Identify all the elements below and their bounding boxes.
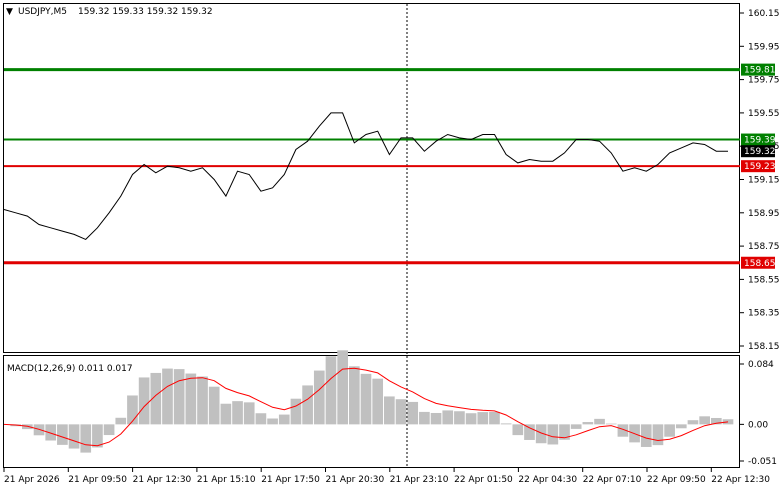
price-chart[interactable]: ▼ USDJPY,M5 159.32 159.33 159.32 159.32 … [0, 0, 781, 489]
macd-bar [477, 412, 489, 425]
price-tick-label: 160.15 [748, 9, 780, 19]
macd-bar [337, 350, 348, 425]
macd-bar [454, 411, 465, 425]
macd-bar [395, 399, 407, 425]
macd-bar [278, 414, 290, 425]
level-labels: 159.81 159.39 159.23 158.65 159.32 [741, 63, 776, 269]
macd-bar [664, 424, 675, 437]
macd-bar [652, 424, 664, 446]
macd-bar [699, 416, 710, 425]
time-tick-label: 21 Apr 09:50 [68, 475, 127, 485]
macd-bar [185, 373, 197, 425]
time-tick-label: 22 Apr 01:50 [454, 475, 513, 485]
macd-bar [290, 398, 302, 425]
symbol-timeframe: USDJPY,M5 [18, 7, 67, 17]
macd-bar [162, 368, 173, 425]
macd-bar [524, 424, 535, 440]
price-tick-label: 158.15 [748, 342, 780, 352]
macd-bar [547, 424, 559, 445]
chart-menu-icon[interactable]: ▼ [6, 7, 13, 17]
price-tick-label: 158.75 [748, 242, 780, 252]
macd-bar [582, 422, 594, 425]
macd-bar [430, 412, 442, 425]
price-tick-label: 159.75 [748, 76, 780, 86]
macd-bar [675, 424, 687, 429]
macd-label: MACD(12,26,9) 0.011 0.017 [7, 364, 133, 374]
time-tick-label: 22 Apr 09:50 [647, 475, 706, 485]
macd-bar [570, 424, 582, 429]
macd-bar [92, 424, 103, 448]
macd-bar [384, 396, 395, 425]
price-tick-label: 158.35 [748, 309, 780, 319]
macd-bar [103, 424, 115, 436]
macd-bar [197, 376, 208, 425]
time-tick-label: 21 Apr 15:10 [197, 475, 256, 485]
macd-bar [325, 356, 337, 425]
time-tick-label: 21 Apr 17:50 [261, 475, 320, 485]
macd-bar [232, 401, 243, 425]
level-lines [4, 68, 740, 265]
macd-bar [722, 419, 734, 425]
macd-bar [313, 370, 325, 425]
macd-bar [208, 386, 220, 425]
level-label-buy-target: 159.81 [744, 66, 776, 76]
price-tick-label: 158.95 [748, 209, 780, 219]
ohlc-values: 159.32 159.33 159.32 159.32 [78, 7, 213, 17]
time-tick-label: 21 Apr 12:30 [133, 475, 192, 485]
price-line [3, 112, 728, 240]
macd-bar [220, 403, 232, 425]
macd-bar [500, 423, 512, 425]
macd-bar [68, 424, 80, 449]
level-label-sell-target: 158.65 [744, 259, 776, 269]
level-label-sell-entry: 159.23 [744, 162, 776, 172]
macd-bar [605, 423, 617, 425]
macd-bar [115, 417, 127, 425]
macd-bar [442, 410, 454, 425]
price-tick-label: 159.15 [748, 176, 780, 186]
price-tick-label: 159.55 [748, 109, 780, 119]
macd-bar [419, 411, 430, 425]
macd-bar [243, 402, 255, 425]
macd-bar [302, 385, 313, 425]
macd-bar [267, 418, 278, 425]
current-price-tag: 159.32 [744, 147, 776, 157]
time-tick-label: 22 Apr 04:30 [518, 475, 577, 485]
price-tick-label: 158.55 [748, 275, 780, 285]
macd-bar [57, 424, 68, 445]
macd-bar [372, 378, 384, 425]
macd-bar [687, 420, 699, 425]
macd-axis: 0.084 0.00 -0.051 [740, 360, 777, 467]
macd-bar [80, 424, 92, 453]
level-label-buy-entry: 159.39 [744, 136, 776, 146]
macd-tick-label: 0.084 [748, 360, 774, 370]
price-axis: 160.15159.95159.75159.55159.35159.15158.… [740, 9, 780, 352]
macd-bar [138, 377, 150, 425]
macd-bar [407, 401, 419, 425]
macd-bar [512, 424, 524, 436]
macd-bar [173, 369, 185, 425]
time-tick-label: 22 Apr 12:30 [711, 475, 770, 485]
time-tick-label: 22 Apr 07:10 [583, 475, 642, 485]
time-tick-label: 21 Apr 20:30 [326, 475, 385, 485]
macd-bar [45, 424, 57, 441]
macd-bar [465, 413, 477, 425]
macd-bar [348, 366, 360, 425]
time-axis: 21 Apr 2026 21 Apr 09:50 21 Apr 12:30 21 Ap… [3, 468, 770, 485]
macd-bar [489, 411, 500, 425]
main-chart-frame [3, 3, 740, 353]
macd-bar [127, 395, 138, 425]
macd-bar [594, 418, 605, 425]
macd-bar [360, 373, 372, 425]
time-tick-label: 21 Apr 2026 [4, 475, 60, 485]
macd-tick-label: -0.051 [748, 457, 777, 467]
macd-bar [640, 424, 652, 447]
macd-tick-label: 0.00 [748, 420, 768, 430]
price-tick-label: 159.95 [748, 42, 780, 52]
time-tick-label: 21 Apr 23:10 [390, 475, 449, 485]
macd-bar [255, 413, 267, 425]
